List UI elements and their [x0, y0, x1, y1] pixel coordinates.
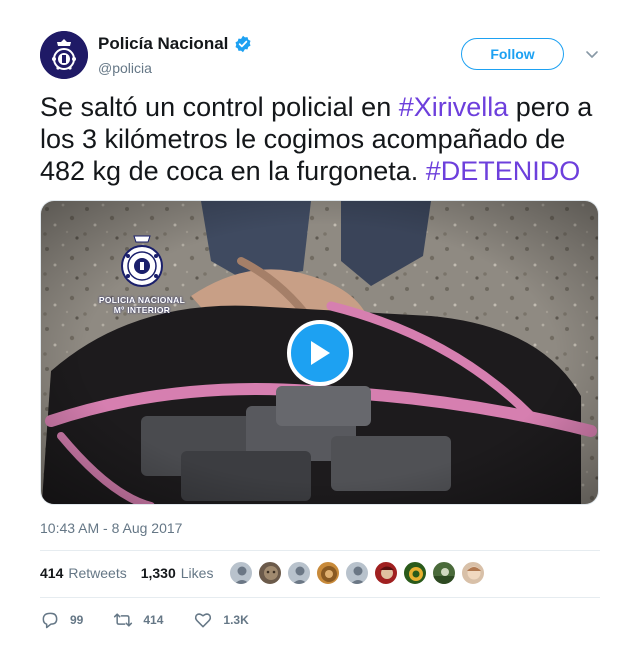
divider	[40, 550, 600, 551]
user-photo-icon	[264, 566, 278, 580]
liker-avatar[interactable]	[345, 561, 369, 585]
heart-icon	[195, 613, 212, 628]
liker-avatar[interactable]	[374, 561, 398, 585]
tweet-actions: 99 414 1.3K	[40, 610, 279, 630]
user-photo-icon	[409, 567, 423, 581]
liker-avatar[interactable]	[461, 561, 485, 585]
liker-avatar[interactable]	[258, 561, 282, 585]
hashtag-link[interactable]: #DETENIDO	[426, 156, 581, 186]
name-row: Policía Nacional	[98, 34, 252, 54]
engagement-stats: 414 Retweets 1,330 Likes	[40, 565, 213, 581]
user-photo-icon	[380, 566, 394, 579]
chevron-down-icon[interactable]	[585, 47, 599, 61]
liker-avatar[interactable]	[287, 561, 311, 585]
retweet-count: 414	[143, 613, 164, 627]
tweet-timestamp[interactable]: 10:43 AM - 8 Aug 2017	[40, 520, 182, 536]
verified-badge-icon	[235, 35, 251, 53]
watermark-line-2: Mº INTERIOR	[113, 305, 171, 315]
like-button[interactable]: 1.3K	[193, 610, 249, 630]
account-name[interactable]: Policía Nacional	[98, 34, 228, 54]
follow-button[interactable]: Follow	[461, 38, 564, 70]
tweet-text-part: Se saltó un control policial en	[40, 92, 399, 122]
account-handle[interactable]: @policia	[98, 60, 152, 76]
tweet-header: Policía Nacional @policia Follow	[40, 31, 600, 81]
liker-avatar[interactable]	[432, 561, 456, 585]
divider	[40, 597, 600, 598]
retweets-count[interactable]: 414	[40, 565, 63, 581]
tweet-text: Se saltó un control policial en #Xirivel…	[40, 91, 610, 187]
watermark-line-1: POLICIA NACIONAL	[98, 295, 186, 305]
police-watermark: POLICIA NACIONAL Mº INTERIOR	[94, 234, 190, 318]
retweets-label[interactable]: Retweets	[68, 565, 126, 581]
liker-avatars	[229, 561, 490, 585]
hashtag-link[interactable]: #Xirivella	[399, 92, 509, 122]
retweet-button[interactable]: 414	[113, 610, 163, 630]
play-button[interactable]	[287, 320, 353, 386]
likes-label[interactable]: Likes	[181, 565, 214, 581]
retweet-icon	[114, 613, 133, 627]
liker-avatar[interactable]	[403, 561, 427, 585]
like-count: 1.3K	[223, 613, 249, 627]
play-icon	[311, 341, 330, 365]
user-photo-icon	[321, 566, 337, 582]
police-badge-icon	[40, 31, 88, 79]
default-avatar-icon	[234, 566, 250, 584]
default-avatar-icon	[350, 566, 366, 584]
police-crest-icon	[121, 235, 163, 287]
reply-button[interactable]: 99	[40, 610, 83, 630]
video-player[interactable]: POLICIA NACIONAL Mº INTERIOR	[40, 200, 599, 505]
user-photo-icon	[433, 568, 455, 584]
account-avatar[interactable]	[40, 31, 88, 79]
likes-count[interactable]: 1,330	[141, 565, 176, 581]
liker-avatar[interactable]	[316, 561, 340, 585]
reply-icon	[42, 612, 58, 629]
user-photo-icon	[467, 566, 481, 580]
reply-count: 99	[70, 613, 84, 627]
liker-avatar[interactable]	[229, 561, 253, 585]
default-avatar-icon	[292, 566, 308, 584]
